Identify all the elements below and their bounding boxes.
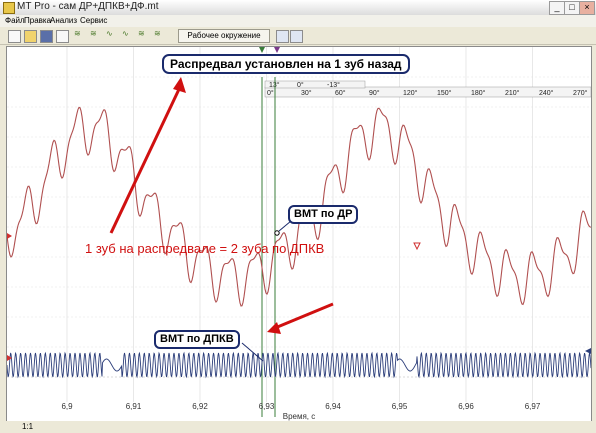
crank-sensor-trace (6, 351, 592, 379)
x-tick-label: 6,96 (458, 402, 474, 411)
tdc-dpkv-callout: ВМТ по ДПКВ (154, 330, 240, 349)
oscillogram-area[interactable]: 13° 0° -13° 0° 30° 60° 90° 120° 150° 180° 210° 2… (6, 46, 596, 422)
toolbar: ≋ ≋ ∿ ∿ ≋ ≋ Рабочее окружение (0, 27, 596, 45)
layout-icon[interactable] (276, 30, 289, 43)
cursor-green-marker[interactable] (259, 47, 265, 53)
phase-tick-label: 270° (573, 89, 588, 97)
arrow-to-header-head (173, 77, 186, 93)
x-tick-label: 6,94 (325, 402, 341, 411)
grid-icon[interactable] (290, 30, 303, 43)
open-folder-icon[interactable] (24, 30, 37, 43)
phase-tick-label: 90° (369, 89, 380, 97)
status-bar: 1:1 (0, 421, 596, 433)
cursor-purple-marker[interactable] (274, 47, 280, 53)
waveform-tool-4-icon[interactable]: ∿ (122, 29, 133, 40)
red-marker (413, 242, 421, 251)
phase-tick-label: 30° (301, 89, 312, 97)
workspace-button[interactable]: Рабочее окружение (178, 29, 270, 43)
save-icon[interactable] (40, 30, 53, 43)
app-icon (3, 2, 15, 14)
window-title: МТ Pro - сам ДР+ДПКВ+ДФ.mt (17, 1, 159, 12)
arrow-to-tdc-crank (274, 302, 334, 330)
maximize-button[interactable]: □ (564, 1, 580, 15)
menu-service[interactable]: Сервис (80, 15, 107, 27)
phase-tick-label: 150° (437, 89, 452, 97)
x-tick-label: 6,95 (392, 402, 408, 411)
channel-marker-right[interactable] (585, 348, 591, 354)
x-tick-label: 6,91 (126, 402, 142, 411)
waveform-tool-5-icon[interactable]: ≋ (138, 29, 149, 40)
phase-tick-label: 0° (267, 89, 274, 97)
menu-bar: Файл Правка Анализ Сервис (0, 15, 596, 27)
phase-tick-label: 180° (471, 89, 486, 97)
arrow-to-tdc-crank-head (267, 322, 281, 334)
phase-tick-label: 210° (505, 89, 520, 97)
phase-tick-label: 240° (539, 89, 554, 97)
minimize-button[interactable]: _ (549, 1, 565, 15)
x-tick-label: 6,92 (192, 402, 208, 411)
x-axis-title: Время, с (283, 412, 316, 421)
x-axis-ticks: 6,96,916,926,936,946,956,966,976,986,99 (61, 402, 596, 411)
phase-marker-strip (264, 80, 366, 89)
print-icon[interactable] (56, 30, 69, 43)
phase-marker-minus13: -13° (327, 81, 340, 89)
arrow-to-header (109, 84, 183, 234)
tdc-dr-callout: ВМТ по ДР (288, 205, 359, 224)
status-zoom: 1:1 (22, 422, 34, 431)
tooth-ratio-text: 1 зуб на распредвале = 2 зуба по ДПКВ (85, 241, 325, 256)
phase-tick-label: 120° (403, 89, 418, 97)
phase-marker-13: 13° (269, 81, 280, 89)
menu-file[interactable]: Файл (5, 15, 25, 27)
close-button[interactable]: × (579, 1, 595, 15)
phase-marker-0: 0° (297, 81, 304, 89)
title-bar: МТ Pro - сам ДР+ДПКВ+ДФ.mt _ □ × (0, 0, 596, 16)
oscillogram-svg[interactable]: 13° 0° -13° 0° 30° 60° 90° 120° 150° 180° 210° 2… (6, 47, 596, 421)
tdc-dr-point (274, 230, 280, 236)
phase-tick-label: 60° (335, 89, 346, 97)
new-file-icon[interactable] (8, 30, 21, 43)
x-tick-label: 6,9 (61, 402, 73, 411)
waveform-tool-2-icon[interactable]: ≋ (90, 29, 101, 40)
waveform-tool-3-icon[interactable]: ∿ (106, 29, 117, 40)
x-tick-label: 6,93 (259, 402, 275, 411)
menu-edit[interactable]: Правка (24, 15, 51, 27)
header-callout: Распредвал установлен на 1 зуб назад (162, 54, 410, 74)
menu-analysis[interactable]: Анализ (50, 15, 77, 27)
channel-marker-left[interactable] (7, 233, 12, 239)
waveform-tool-1-icon[interactable]: ≋ (74, 29, 85, 40)
waveform-tool-6-icon[interactable]: ≋ (154, 29, 165, 40)
x-tick-label: 6,97 (525, 402, 541, 411)
